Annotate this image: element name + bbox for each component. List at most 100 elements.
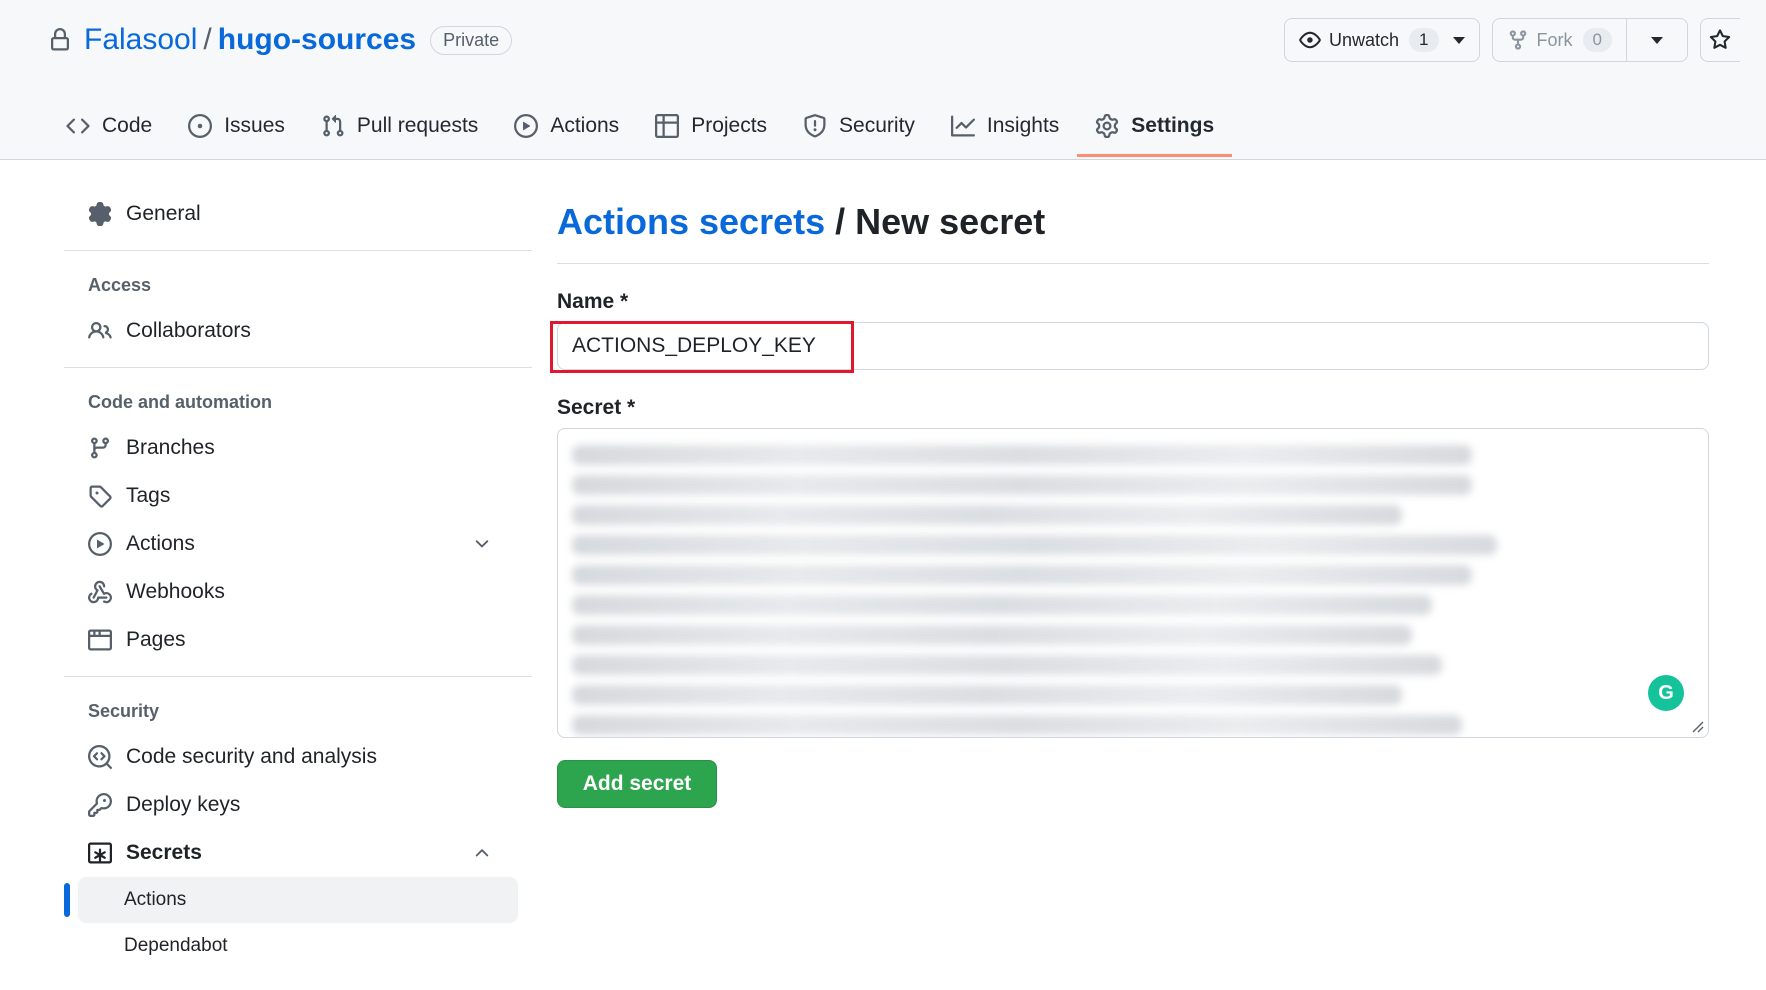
tab-projects[interactable]: Projects <box>637 96 785 156</box>
chevron-up-icon[interactable] <box>472 843 492 863</box>
sidebar-item-label: Secrets <box>126 841 202 864</box>
repo-name-link[interactable]: hugo-sources <box>218 23 416 57</box>
sidebar-item-label: Webhooks <box>126 580 225 603</box>
tab-pull-requests[interactable]: Pull requests <box>303 96 496 156</box>
people-icon <box>88 321 112 339</box>
add-secret-button[interactable]: Add secret <box>557 760 717 808</box>
sidebar-item-label: Tags <box>126 484 171 507</box>
resize-handle-icon[interactable] <box>1690 719 1704 733</box>
blurred-text-line <box>572 595 1432 615</box>
tab-actions[interactable]: Actions <box>496 96 637 156</box>
header-actions: Unwatch 1 Fork 0 <box>1284 18 1740 62</box>
grammarly-icon[interactable]: G <box>1648 675 1684 711</box>
graph-icon <box>950 115 975 137</box>
sidebar-item-label: Branches <box>126 436 215 459</box>
fork-label: Fork <box>1536 29 1573 50</box>
webhook-icon <box>88 580 112 604</box>
play-icon <box>88 532 112 556</box>
shield-icon <box>804 114 826 138</box>
page-title-text: New secret <box>855 200 1046 242</box>
secret-label: Secret * <box>557 396 636 419</box>
asterisk-icon <box>88 842 112 864</box>
table-icon <box>655 114 680 138</box>
breadcrumb-separator: / <box>835 200 846 242</box>
branch-icon <box>90 437 109 459</box>
tab-settings-label: Settings <box>1131 114 1215 137</box>
breadcrumb-actions-secrets-link[interactable]: Actions secrets <box>557 201 825 243</box>
star-button[interactable] <box>1699 18 1740 62</box>
eye-icon <box>1299 31 1321 49</box>
sidebar-item-actions[interactable]: Actions <box>64 520 532 568</box>
sidebar-item-label: General <box>126 202 201 225</box>
tab-code[interactable]: Code <box>48 96 170 156</box>
secret-value-textarea[interactable]: G <box>557 428 1709 738</box>
sidebar-item-webhooks[interactable]: Webhooks <box>64 568 532 616</box>
pull-request-icon <box>323 114 344 137</box>
sidebar-heading-access: Access <box>88 274 152 295</box>
page-title: Actions secrets / New secret <box>557 196 1709 264</box>
sidebar-item-secrets[interactable]: Secrets <box>64 829 532 877</box>
tab-settings[interactable]: Settings <box>1077 96 1232 157</box>
chevron-down-icon <box>1452 36 1465 44</box>
codescan-icon <box>88 745 112 769</box>
tab-security[interactable]: Security <box>785 96 933 156</box>
chevron-down-icon[interactable] <box>472 534 492 554</box>
fork-button[interactable]: Fork 0 <box>1491 18 1688 62</box>
sidebar-item-deploy-keys[interactable]: Deploy keys <box>64 781 532 829</box>
sidebar-item-tags[interactable]: Tags <box>64 472 532 520</box>
star-icon <box>1710 29 1731 49</box>
repo-title-separator: / <box>203 23 212 56</box>
sidebar-item-label: Pages <box>126 628 186 651</box>
tab-insights-label: Insights <box>986 114 1060 137</box>
blurred-text-line <box>572 475 1472 495</box>
sidebar-item-code-security[interactable]: Code security and analysis <box>64 733 532 781</box>
sidebar-item-general[interactable]: General <box>64 190 532 238</box>
sidebar-item-pages[interactable]: Pages <box>64 616 532 664</box>
sidebar-item-label: Code security and analysis <box>126 745 377 768</box>
secret-name-field[interactable]: ACTIONS_DEPLOY_KEY <box>550 321 1709 373</box>
sidebar-item-branches[interactable]: Branches <box>64 424 532 472</box>
sidebar-item-label: Deploy keys <box>126 793 241 816</box>
blurred-text-line <box>572 715 1462 735</box>
unwatch-button[interactable]: Unwatch 1 <box>1284 18 1480 62</box>
tab-projects-label: Projects <box>691 114 768 137</box>
sidebar-item-label: Actions <box>126 532 195 555</box>
settings-sidebar: General Access Collaborators Code and au… <box>64 190 532 969</box>
blurred-text-line <box>572 505 1402 525</box>
sidebar-item-label: Collaborators <box>126 319 251 342</box>
blurred-text-line <box>572 535 1497 555</box>
repo-tabs: Code Issues Pull requests Actions Projec… <box>48 96 1232 160</box>
visibility-badge: Private <box>430 25 513 55</box>
main-content: Actions secrets / New secret Name * ACTI… <box>550 196 1709 808</box>
annotation-highlight-box <box>550 321 854 373</box>
name-label: Name * <box>557 290 629 313</box>
blurred-text-line <box>572 565 1472 585</box>
sidebar-heading-security: Security <box>88 700 160 721</box>
repo-owner-link[interactable]: Falasool <box>84 23 197 57</box>
sidebar-subitem-secrets-actions[interactable]: Actions <box>64 877 518 923</box>
tab-security-label: Security <box>839 114 915 137</box>
sidebar-item-collaborators[interactable]: Collaborators <box>64 307 532 355</box>
repo-header: Falasool / hugo-sources Private Unwatch … <box>0 0 1766 160</box>
tab-pull-requests-label: Pull requests <box>356 114 479 137</box>
code-icon <box>66 118 90 134</box>
issue-icon <box>188 114 213 138</box>
sidebar-subitem-label: Actions <box>124 889 187 910</box>
sidebar-heading-code-automation: Code and automation <box>88 391 272 412</box>
watchers-count: 1 <box>1409 28 1439 52</box>
tab-issues[interactable]: Issues <box>170 96 303 156</box>
divider <box>64 250 532 251</box>
tag-icon <box>89 485 112 508</box>
sidebar-subitem-secrets-dependabot[interactable]: Dependabot <box>78 923 518 969</box>
blurred-text-line <box>572 445 1472 465</box>
sidebar-subitem-label: Dependabot <box>124 935 228 956</box>
play-icon <box>514 114 539 138</box>
unwatch-label: Unwatch <box>1329 29 1400 50</box>
tab-insights[interactable]: Insights <box>933 96 1077 156</box>
browser-icon <box>88 629 112 651</box>
lock-icon <box>51 28 69 51</box>
divider <box>64 367 532 368</box>
blurred-text-line <box>572 655 1442 675</box>
gear-icon <box>88 202 112 226</box>
fork-dropdown[interactable] <box>1625 19 1687 61</box>
